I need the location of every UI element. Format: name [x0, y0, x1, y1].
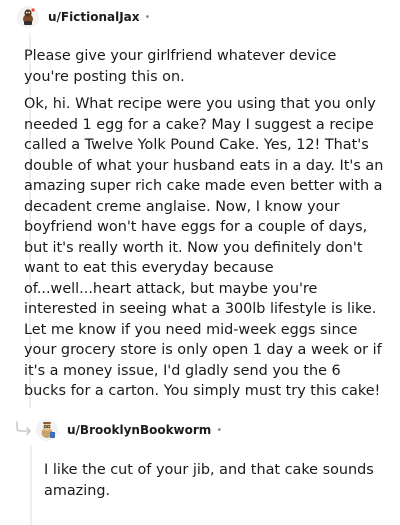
comment-body: Please give your girlfriend whatever dev… — [24, 46, 384, 409]
comment-paragraph: I like the cut of your jib, and that cak… — [44, 462, 374, 499]
comment-paragraph: Please give your girlfriend whatever dev… — [24, 48, 337, 85]
separator-dot: • — [216, 424, 223, 436]
comment-paragraph: Ok, hi. What recipe were you using that … — [24, 96, 384, 399]
reply-arrow-icon — [16, 421, 31, 435]
snoo-avatar-icon[interactable] — [17, 6, 39, 28]
comment-header: u/FictionalJax • — [17, 5, 150, 29]
username[interactable]: u/BrooklynBookworm — [67, 423, 211, 437]
snoo-avatar-icon[interactable] — [36, 419, 58, 441]
separator-dot: • — [144, 11, 151, 23]
username[interactable]: u/FictionalJax — [48, 10, 140, 24]
comment-header: u/BrooklynBookworm • — [36, 418, 222, 442]
thread-line[interactable] — [30, 445, 32, 525]
comment-body: I like the cut of your jib, and that cak… — [44, 460, 374, 501]
